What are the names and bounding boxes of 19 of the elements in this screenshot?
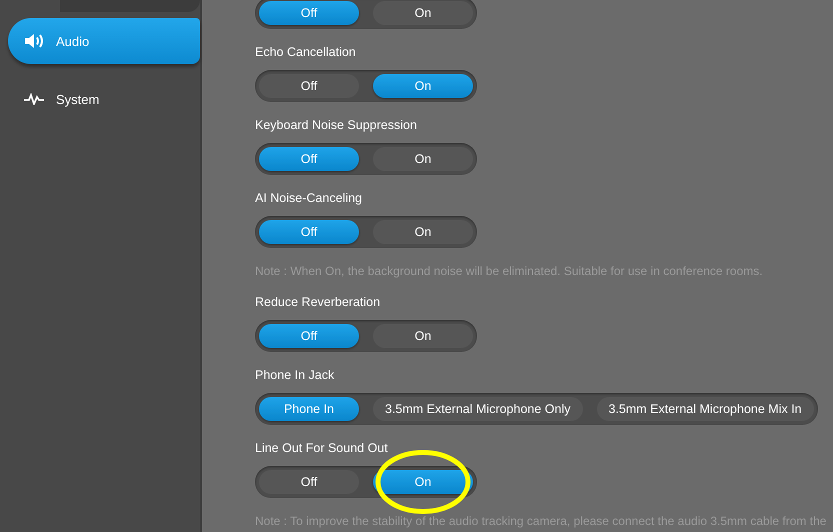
setting-label: Reduce Reverberation [255, 294, 382, 311]
sidebar-item-label: Audio [56, 34, 90, 48]
setting-label: AI Noise-Canceling [255, 190, 363, 207]
setting-label: Phone In Jack [255, 367, 336, 384]
option-button[interactable]: Off [259, 470, 359, 494]
setting-label: Echo Cancellation [255, 44, 357, 61]
option-button[interactable]: On [373, 1, 473, 25]
option-button[interactable]: On [373, 147, 473, 171]
option-button[interactable]: 3.5mm External Microphone Only [373, 397, 582, 421]
sidebar-item-label: System [56, 92, 100, 106]
pulse-icon [24, 93, 44, 105]
sidebar-item[interactable]: System [0, 76, 200, 122]
option-button[interactable]: 3.5mm External Microphone Mix In [596, 397, 814, 421]
setting-label: Line Out For Sound Out [255, 440, 389, 457]
setting-label: Keyboard Noise Suppression [255, 117, 418, 134]
option-button[interactable]: On [373, 220, 473, 244]
option-button[interactable]: On [373, 324, 473, 348]
option-button[interactable]: Off [259, 74, 359, 98]
speaker-icon [24, 33, 44, 49]
